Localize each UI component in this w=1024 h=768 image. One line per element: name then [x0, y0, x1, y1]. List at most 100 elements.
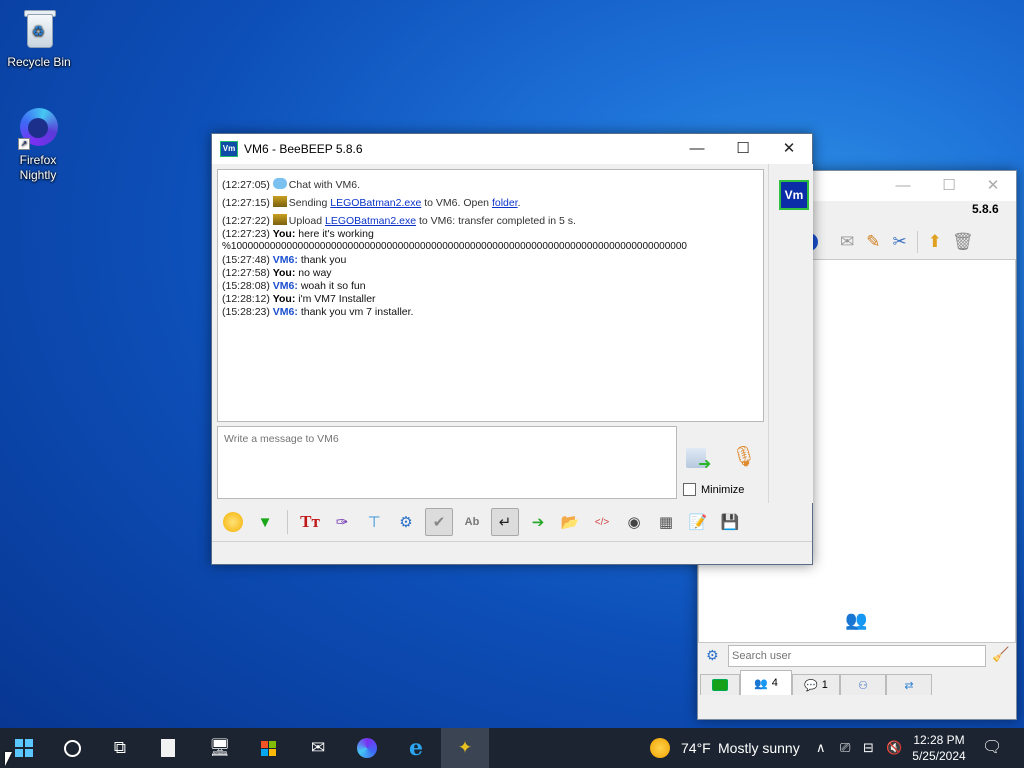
- meet-now-icon[interactable]: ⎚: [840, 728, 850, 768]
- spell-check-button[interactable]: ✔: [425, 508, 453, 536]
- maximize-button[interactable]: ☐: [720, 134, 766, 164]
- taskbar-mail[interactable]: ✉: [294, 728, 342, 768]
- weather-temp[interactable]: 74°F: [681, 728, 711, 768]
- font-color-button[interactable]: ✑: [329, 509, 355, 535]
- clear-chat-button[interactable]: ▦: [653, 509, 679, 535]
- clock-time: 12:28 PM: [913, 733, 965, 747]
- file-transfer-icon: [272, 196, 287, 207]
- version-label: 5.8.6: [972, 202, 999, 216]
- save-button[interactable]: 💾: [717, 509, 743, 535]
- font-icon: Tт: [300, 512, 320, 531]
- volume-muted-icon[interactable]: 🔇: [886, 728, 902, 768]
- file-transfer-icon: [272, 214, 287, 225]
- minimize-checkbox[interactable]: [683, 483, 696, 496]
- tab-chats[interactable]: 💬 1: [792, 674, 840, 695]
- file-link[interactable]: LEGOBatman2.exe: [325, 215, 416, 227]
- message-line: (15:27:48) VM6: thank you: [222, 254, 347, 266]
- chat-titlebar[interactable]: Vm VM6 - BeeBEEP 5.8.6 — ☐ ✕: [212, 134, 812, 164]
- show-hidden-icons[interactable]: ∧: [816, 728, 826, 768]
- firefox-nightly-icon: [357, 738, 377, 758]
- file-link[interactable]: LEGOBatman2.exe: [330, 197, 421, 209]
- chat-window[interactable]: Vm VM6 - BeeBEEP 5.8.6 — ☐ ✕ (12:27:05) …: [211, 133, 813, 565]
- word-complete-icon: Ab: [464, 516, 480, 528]
- member-column: Vm: [768, 164, 813, 503]
- minimize-label: Minimize: [701, 483, 745, 496]
- chats-icon: 💬: [804, 679, 818, 692]
- message-line: (12:27:58) You: no way: [222, 267, 332, 279]
- edit-icon[interactable]: ✎: [866, 232, 880, 252]
- save-chat-button[interactable]: ➔: [525, 509, 551, 535]
- notepad-icon: 📝: [688, 514, 708, 531]
- firefox-nightly-icon: ↗: [16, 106, 60, 150]
- html-icon: </>: [594, 516, 610, 528]
- filter-button[interactable]: ⊤: [361, 509, 387, 535]
- taskbar-beebeep[interactable]: ✦: [441, 728, 489, 768]
- minimize-button[interactable]: —: [674, 134, 720, 164]
- taskbar-edge[interactable]: e: [392, 728, 440, 768]
- message-line: (12:28:12) You: i'm VM7 Installer: [222, 293, 376, 305]
- weather-text[interactable]: Mostly sunny: [718, 728, 800, 768]
- message-input[interactable]: [222, 432, 666, 446]
- settings-button[interactable]: ⚙: [393, 509, 419, 535]
- gear-icon[interactable]: ⚙: [706, 647, 719, 664]
- screenshot-button[interactable]: ◉: [621, 509, 647, 535]
- maximize-button[interactable]: ☐: [926, 171, 972, 201]
- tab-network[interactable]: [700, 674, 740, 695]
- message-line: (12:27:22) Upload LEGOBatman2.exe to VM6…: [222, 214, 576, 227]
- folder-link[interactable]: folder: [492, 197, 518, 209]
- spell-check-icon: ✔: [432, 514, 446, 531]
- message-line: (12:27:05) Chat with VM6.: [222, 178, 360, 191]
- share-icon: ⇄: [904, 679, 914, 692]
- return-key-icon: ↵: [498, 514, 512, 531]
- desktop-icon-recycle-bin[interactable]: ♻ Recycle Bin: [1, 8, 77, 69]
- clear-icon[interactable]: 🧹: [992, 646, 1009, 663]
- tab-share[interactable]: ⇄: [886, 674, 932, 695]
- clock[interactable]: 12:28 PM 5/25/2024: [908, 732, 970, 764]
- mail-icon[interactable]: ✉: [840, 232, 854, 252]
- gear-icon: ⚙: [399, 514, 413, 531]
- use-return-button[interactable]: ↵: [491, 508, 519, 536]
- upgrade-icon[interactable]: ⬆: [928, 232, 942, 252]
- priority-button[interactable]: ▼: [252, 509, 278, 535]
- floppy-icon: 💾: [720, 514, 740, 531]
- close-button[interactable]: ✕: [766, 134, 812, 164]
- task-view-button[interactable]: ⧉: [96, 728, 144, 768]
- camera-icon: ◉: [627, 514, 641, 531]
- send-button[interactable]: ➜: [684, 446, 718, 474]
- bee-icon: ✦: [457, 738, 473, 757]
- taskbar-pc-app[interactable]: 🖥: [196, 728, 244, 768]
- microphone-icon: 🎙: [731, 446, 757, 468]
- message-line: (15:28:08) VM6: woah it so fun: [222, 280, 366, 292]
- member-avatar[interactable]: Vm: [779, 180, 809, 210]
- windows-icon: [15, 739, 33, 757]
- tab-users[interactable]: 👥 4: [740, 670, 792, 695]
- trash-icon[interactable]: 🗑: [952, 232, 974, 252]
- send-file-button[interactable]: 📂: [557, 509, 583, 535]
- desktop-icon-label: Firefox Nightly: [19, 153, 57, 182]
- users-icon: 👥: [754, 677, 768, 690]
- close-button[interactable]: ✕: [970, 171, 1016, 201]
- emoticon-button[interactable]: [220, 509, 246, 535]
- message-line: (15:28:23) VM6: thank you vm 7 installer…: [222, 306, 414, 318]
- search-user-input[interactable]: [728, 645, 986, 667]
- html-button[interactable]: </>: [589, 509, 615, 535]
- desktop-icon-firefox-nightly[interactable]: ↗ Firefox Nightly: [0, 106, 76, 183]
- notification-icon[interactable]: 🗨: [982, 728, 1002, 768]
- chat-log[interactable]: (12:27:05) Chat with VM6. (12:27:15) Sen…: [217, 169, 764, 422]
- taskbar-firefox-nightly[interactable]: [343, 728, 391, 768]
- minimize-option[interactable]: Minimize: [683, 483, 744, 496]
- message-box[interactable]: [217, 426, 677, 499]
- voice-button[interactable]: 🎙: [730, 444, 758, 474]
- font-button[interactable]: Tт: [297, 509, 323, 535]
- beebeep-app-icon: Vm: [220, 141, 238, 157]
- minimize-button[interactable]: —: [880, 171, 926, 201]
- tools-icon[interactable]: ✂: [893, 232, 907, 252]
- taskbar-file-app[interactable]: [144, 728, 192, 768]
- weather-icon[interactable]: [650, 738, 670, 758]
- search-button[interactable]: [48, 728, 96, 768]
- network-icon[interactable]: ⊟: [863, 728, 874, 768]
- taskbar-store[interactable]: [244, 728, 292, 768]
- edit-button[interactable]: 📝: [685, 509, 711, 535]
- tab-groups[interactable]: ⚇: [840, 674, 886, 695]
- word-complete-button[interactable]: Ab: [459, 509, 485, 535]
